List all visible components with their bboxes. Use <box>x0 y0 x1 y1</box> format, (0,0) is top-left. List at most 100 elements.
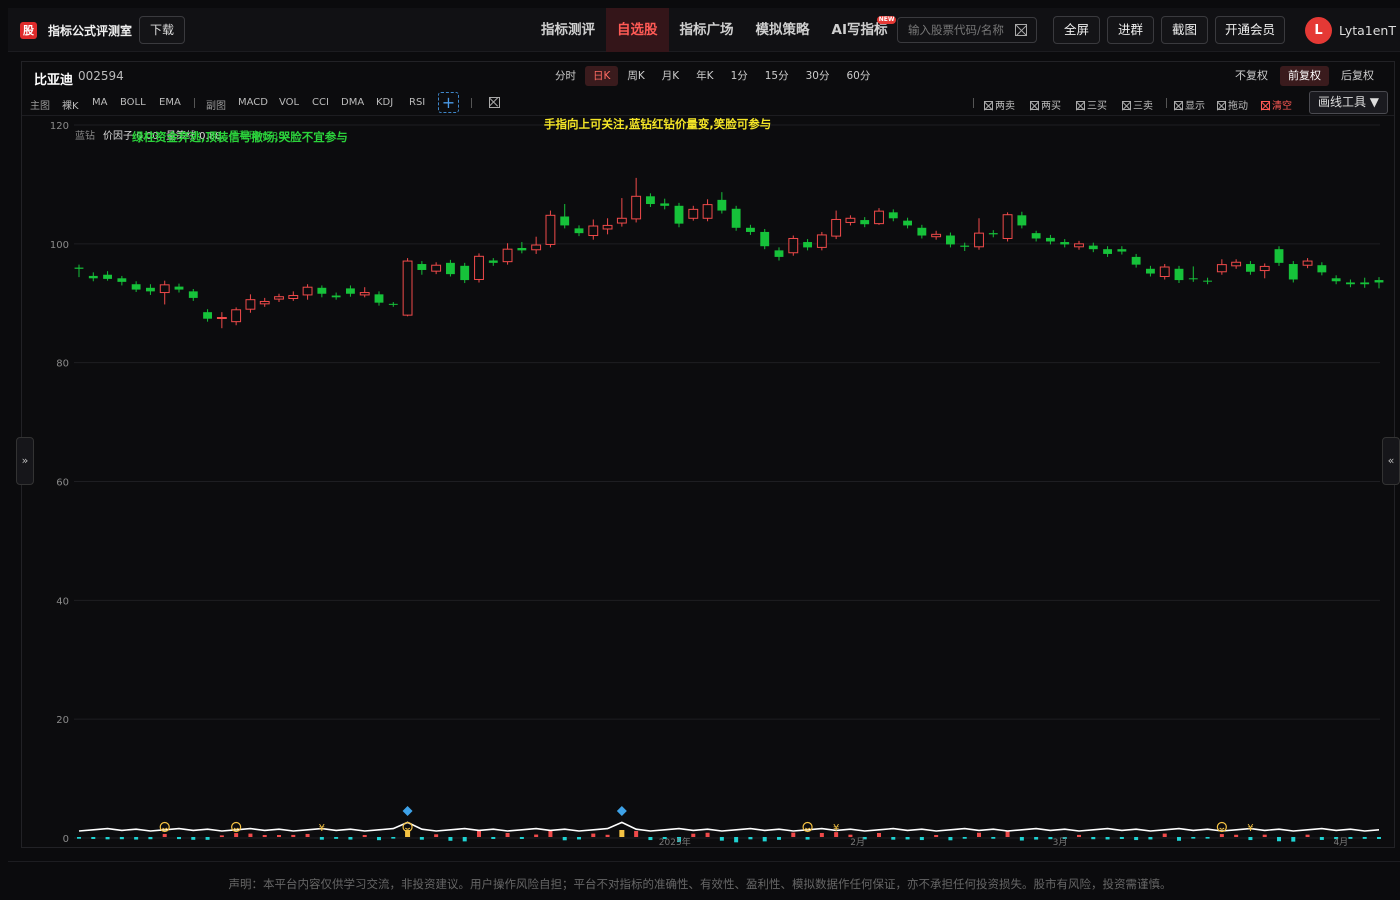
y-tick-label: 100 <box>50 240 69 251</box>
period-daily[interactable]: 日K <box>585 66 619 86</box>
period-weekly[interactable]: 周K <box>619 66 652 86</box>
candle <box>103 271 112 281</box>
clear-drawings-button[interactable]: 清空 <box>1261 97 1292 112</box>
candle <box>417 261 427 275</box>
tool-vol[interactable]: VOL <box>279 97 299 108</box>
candle <box>531 236 542 254</box>
period-15min[interactable]: 15分 <box>757 66 797 86</box>
candle <box>1216 259 1227 275</box>
indicator-bar <box>991 837 996 839</box>
indicator-bar <box>1091 837 1096 840</box>
adjust-backward[interactable]: 后复权 <box>1333 66 1382 86</box>
indicator-bar <box>977 832 981 837</box>
tool-kdj[interactable]: KDJ <box>376 97 393 108</box>
avatar[interactable]: L <box>1305 17 1332 44</box>
nav-sim-strategy[interactable]: 模拟策略 <box>745 8 821 52</box>
indicator-bar <box>1248 837 1253 841</box>
candle <box>1288 261 1298 283</box>
right-expand-icon[interactable]: « <box>1382 437 1400 485</box>
nav-indicator-square[interactable]: 指标广场 <box>669 8 745 52</box>
membership-button[interactable]: 开通会员 <box>1215 16 1285 44</box>
candle <box>845 215 856 226</box>
candle-body <box>660 203 670 206</box>
divider <box>471 98 472 108</box>
kline-chart[interactable]: 020406080100120¥ ¥ ¥2025年 2月 3月 4月蓝钻 价因子 0.00 量… <box>22 117 1394 847</box>
indicator-bar <box>534 834 539 837</box>
indicator-bar <box>1105 837 1110 840</box>
candle-body <box>746 227 755 232</box>
candle-body <box>74 267 84 269</box>
candle-body <box>903 220 912 226</box>
period-intraday[interactable]: 分时 <box>547 66 584 86</box>
candle <box>1174 265 1184 284</box>
adjust-tabs: 不复权 前复权 后复权 <box>1223 66 1382 86</box>
indicator-bar <box>491 837 496 839</box>
close-indicator-icon[interactable] <box>489 97 502 110</box>
tool-macd[interactable]: MACD <box>238 97 268 108</box>
indicator-bar <box>248 833 253 837</box>
candle <box>1188 266 1198 282</box>
main-nav: 指标测评 自选股 指标广场 模拟策略 AI写指标 NEW <box>530 8 898 52</box>
join-group-button[interactable]: 进群 <box>1107 16 1154 44</box>
tool-ma[interactable]: MA <box>92 97 107 108</box>
candle <box>474 253 484 283</box>
tool-cci[interactable]: CCI <box>312 97 329 108</box>
candle <box>1360 277 1370 288</box>
nav-watchlist[interactable]: 自选股 <box>606 8 669 52</box>
tool-boll[interactable]: BOLL <box>120 97 146 108</box>
adjust-none[interactable]: 不复权 <box>1227 66 1276 86</box>
candle <box>174 283 184 293</box>
indicator-bar <box>748 837 753 840</box>
adjust-forward[interactable]: 前复权 <box>1280 66 1329 86</box>
search-input[interactable] <box>898 18 1008 42</box>
period-30min[interactable]: 30分 <box>798 66 838 86</box>
period-60min[interactable]: 60分 <box>839 66 879 86</box>
screenshot-button[interactable]: 截图 <box>1161 16 1208 44</box>
smiley-mouth <box>1219 827 1225 830</box>
period-monthly[interactable]: 月K <box>654 66 687 86</box>
left-expand-icon[interactable]: » <box>16 437 34 485</box>
candle-body <box>1231 261 1242 267</box>
green-annotation: 绿柱资金弃逃,顶装信号撤场,哭脸不宜参与 <box>132 130 348 144</box>
username[interactable]: Lyta1enT <box>1339 23 1396 38</box>
candle-body <box>560 216 570 226</box>
add-indicator-button[interactable]: + <box>438 92 459 113</box>
tool-ema[interactable]: EMA <box>159 97 181 108</box>
tool-naked-k[interactable]: 裸K <box>62 97 79 112</box>
checkbox-icon <box>1217 101 1226 110</box>
draw-tool-button[interactable]: 画线工具 ▼ <box>1309 91 1388 114</box>
nav-ai-indicator[interactable]: AI写指标 NEW <box>821 8 899 52</box>
indicator-bar <box>519 837 524 839</box>
candle <box>774 247 784 261</box>
download-button[interactable]: 下载 <box>139 16 185 44</box>
period-yearly[interactable]: 年K <box>688 66 721 86</box>
candle <box>717 192 727 214</box>
candle-body <box>1317 265 1327 273</box>
toggle-display[interactable]: 显示 <box>1174 97 1205 112</box>
candle <box>1074 240 1084 250</box>
toggle-drag[interactable]: 拖动 <box>1217 97 1248 112</box>
toggle-three-buy[interactable]: 三买 <box>1076 97 1107 112</box>
candle <box>1331 275 1341 285</box>
indicator-bar <box>191 837 196 840</box>
nav-indicator-eval[interactable]: 指标测评 <box>530 8 606 52</box>
period-1min[interactable]: 1分 <box>723 66 756 86</box>
tool-dma[interactable]: DMA <box>341 97 364 108</box>
indicator-bar <box>91 837 96 839</box>
toggle-two-buy[interactable]: 两买 <box>1030 97 1061 112</box>
new-badge: NEW <box>876 16 897 24</box>
candle-body <box>602 224 613 230</box>
yellow-annotation: 手指向上可关注,蓝钻红钻价量变,笑脸可参与 <box>544 117 771 131</box>
indicator-bar <box>605 834 610 837</box>
indicator-bar <box>334 837 339 839</box>
indicator-bar <box>362 835 367 837</box>
y-tick-label: 40 <box>56 596 69 607</box>
checkbox-icon <box>1030 101 1039 110</box>
candle-body <box>831 218 842 237</box>
candle <box>1346 279 1355 288</box>
fullscreen-button[interactable]: 全屏 <box>1053 16 1100 44</box>
toggle-two-sell[interactable]: 两卖 <box>984 97 1015 112</box>
search-clear-icon[interactable] <box>1015 24 1027 36</box>
tool-rsi[interactable]: RSI <box>409 97 425 108</box>
toggle-three-sell[interactable]: 三卖 <box>1122 97 1153 112</box>
